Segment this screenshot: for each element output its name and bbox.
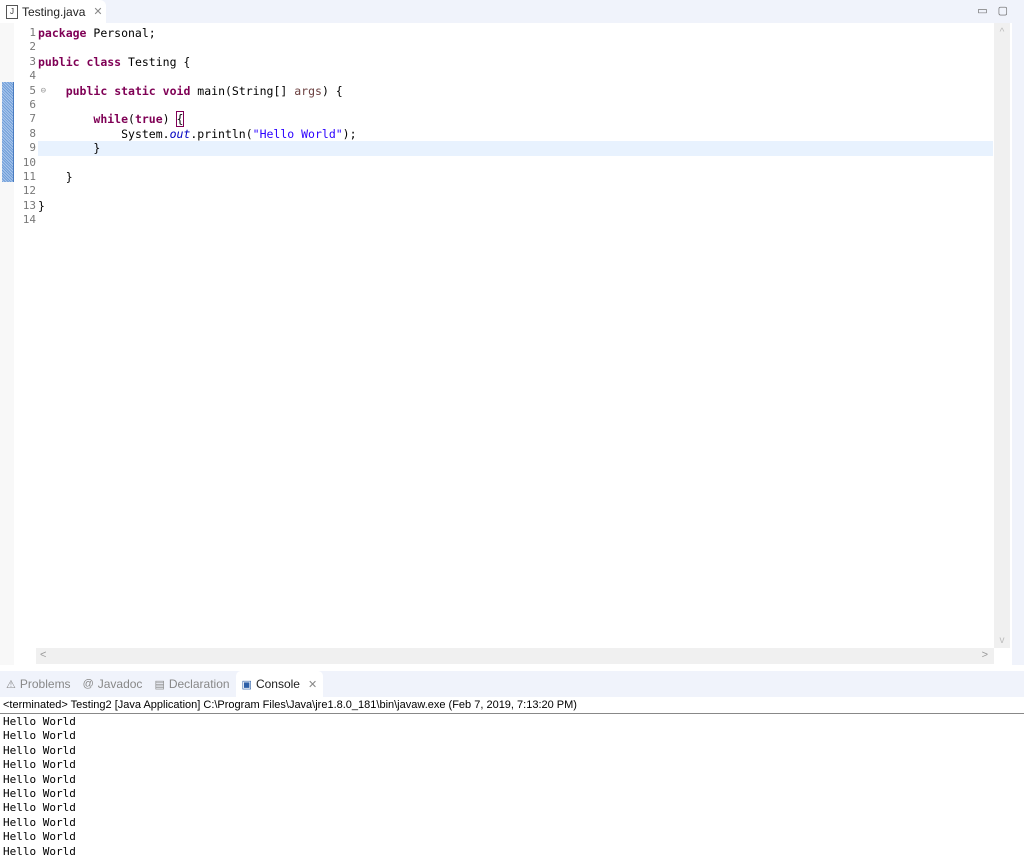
line-number: 8: [29, 126, 36, 140]
scroll-left-icon[interactable]: <: [40, 649, 46, 661]
problems-icon: ⚠: [6, 678, 16, 691]
console-line: Hello World: [3, 830, 76, 844]
keyword: package: [38, 26, 87, 40]
console-line: Hello World: [3, 801, 76, 815]
keyword: static: [114, 83, 156, 98]
vertical-scrollbar[interactable]: ^ v: [994, 23, 1010, 648]
close-icon[interactable]: ✕: [308, 678, 317, 691]
code-line-1: package Personal;: [38, 26, 993, 40]
line-number: 6: [29, 97, 36, 111]
line-number: 2: [29, 40, 36, 54]
window-buttons: ▭ ▢: [977, 4, 1008, 17]
tab-label: Javadoc: [97, 677, 143, 691]
keyword: class: [86, 54, 122, 69]
code-text: ) {: [321, 83, 343, 98]
code-text: (: [128, 112, 135, 127]
close-icon[interactable]: ✕: [93, 5, 102, 18]
code-line-5: public static void main(String[] args) {: [38, 84, 993, 98]
line-number: 11: [22, 169, 36, 183]
console-line: Hello World: [3, 758, 76, 772]
tab-declaration[interactable]: ▤ Declaration: [148, 671, 235, 697]
bottom-panel-tabs: ⚠ Problems @ Javadoc ▤ Declaration ▣ Console…: [0, 671, 1024, 697]
tab-label: Declaration: [168, 677, 230, 691]
line-number: 3: [29, 54, 36, 68]
code-line-8: System.out.println("Hello World");: [38, 127, 993, 141]
parameter: args: [294, 83, 322, 98]
line-number: 14: [22, 213, 36, 227]
static-field: out: [169, 126, 191, 141]
scroll-up-icon[interactable]: ^: [994, 27, 1010, 38]
line-number: 9: [29, 141, 36, 155]
javadoc-icon: @: [82, 678, 94, 690]
tab-testing-java[interactable]: J Testing.java ✕: [0, 0, 106, 23]
tab-label: Console: [255, 677, 300, 691]
console-line: Hello World: [3, 743, 76, 757]
maximize-icon[interactable]: ▢: [998, 4, 1008, 17]
change-indicator: [2, 82, 14, 182]
scroll-down-icon[interactable]: v: [994, 635, 1010, 646]
line-number: 1: [29, 26, 36, 39]
string-literal: "Hello World": [252, 126, 343, 141]
code-line-13: }: [38, 199, 993, 213]
code-text: Testing {: [121, 54, 191, 69]
console-icon: ▣: [241, 678, 252, 691]
code-text: main(String[]: [190, 83, 295, 98]
keyword: public: [65, 83, 108, 98]
code-text: }: [65, 169, 73, 184]
tab-label: Problems: [19, 677, 71, 691]
keyword: void: [162, 83, 191, 98]
console-line: Hello World: [3, 715, 76, 728]
code-text: }: [38, 198, 45, 213]
console-line: Hello World: [3, 772, 76, 786]
line-number: 7: [29, 112, 36, 126]
declaration-icon: ▤: [154, 678, 165, 691]
console-line: Hello World: [3, 786, 76, 800]
code-text: Personal;: [86, 26, 156, 40]
code-text: );: [342, 126, 357, 141]
minimize-icon[interactable]: ▭: [977, 4, 987, 17]
console-line: Hello World: [3, 844, 76, 858]
code-line-11: }: [38, 170, 993, 184]
line-number: 13: [22, 198, 36, 212]
code-line-7: while(true) {: [38, 111, 993, 128]
matching-bracket: {: [175, 111, 185, 128]
keyword: true: [134, 112, 163, 127]
console-line: Hello World: [3, 815, 76, 829]
console-output[interactable]: Hello World Hello World Hello World Hello W…: [3, 715, 76, 859]
tab-console[interactable]: ▣ Console ✕: [235, 671, 324, 697]
line-numbers: 1 2 3 4 5 ⊖ 6 7 8 9 10 11 12 13 14: [14, 26, 46, 227]
code-content[interactable]: package Personal; public class Testing {…: [38, 26, 993, 227]
horizontal-scrollbar[interactable]: < >: [36, 648, 994, 664]
console-status: <terminated> Testing2 [Java Application]…: [0, 698, 1024, 714]
code-line-9-current: }: [38, 141, 993, 156]
line-number: 4: [29, 69, 36, 83]
keyword: public: [38, 54, 80, 69]
code-text: ): [162, 112, 177, 127]
java-file-icon: J: [6, 4, 18, 19]
code-text: }: [93, 141, 101, 156]
tab-javadoc[interactable]: @ Javadoc: [77, 671, 149, 697]
keyword: while: [93, 112, 129, 127]
line-number: 5 ⊖: [29, 83, 46, 97]
tab-problems[interactable]: ⚠ Problems: [0, 671, 77, 697]
scroll-right-icon[interactable]: >: [982, 649, 988, 661]
tab-label: Testing.java: [22, 4, 86, 19]
code-text: .println(: [190, 126, 253, 141]
line-number: 12: [22, 184, 36, 198]
line-number: 10: [22, 155, 36, 169]
editor-tab-bar: [0, 0, 1024, 23]
code-line-3: public class Testing {: [38, 55, 993, 69]
code-text: System.: [121, 126, 170, 141]
console-line: Hello World: [3, 729, 76, 743]
